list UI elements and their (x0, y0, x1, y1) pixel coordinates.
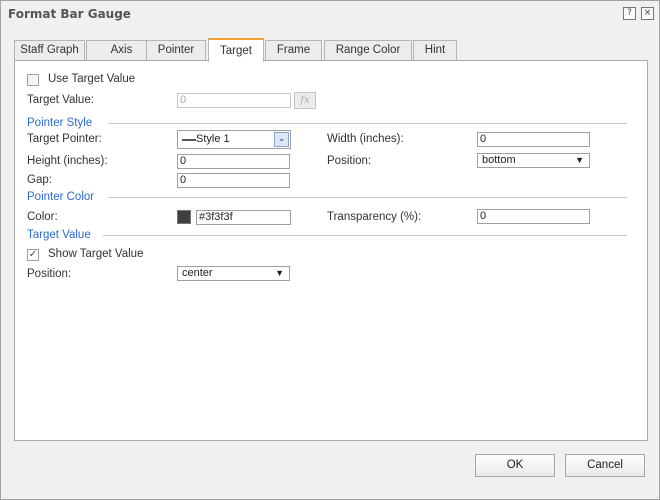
height-input[interactable]: 0 (177, 154, 290, 169)
target-value-input[interactable]: 0 (177, 93, 291, 108)
color-hex-input[interactable]: #3f3f3f (196, 210, 291, 225)
target-pointer-value: Style 1 (196, 133, 230, 145)
dialog-title: Format Bar Gauge (8, 7, 131, 21)
use-target-value-label: Use Target Value (48, 73, 136, 85)
height-label: Height (inches): (27, 155, 108, 167)
tab-hint[interactable]: Hint (413, 40, 457, 61)
section-divider (103, 235, 627, 236)
close-icon[interactable]: × (641, 7, 654, 20)
target-position-label: Position: (27, 268, 72, 280)
tab-pointer[interactable]: Pointer (146, 40, 206, 61)
color-swatch[interactable] (177, 210, 191, 224)
dropdown-arrow-icon: ▼ (575, 155, 584, 165)
section-divider (108, 197, 627, 198)
target-pointer-select[interactable]: Style 1 ⌄ (177, 130, 291, 149)
color-label: Color: (27, 211, 58, 223)
target-position-value: center (182, 267, 213, 279)
format-bar-gauge-dialog: Format Bar Gauge ? × Staff Graph Axis Po… (0, 0, 660, 500)
dropdown-arrow-icon: ▼ (275, 268, 284, 278)
pointer-position-select[interactable]: bottom ▼ (477, 153, 590, 168)
width-input[interactable]: 0 (477, 132, 590, 147)
target-pointer-label: Target Pointer: (27, 133, 102, 145)
gap-input[interactable]: 0 (177, 173, 290, 188)
section-divider (108, 123, 627, 124)
tab-frame[interactable]: Frame (265, 40, 322, 61)
tab-range-color[interactable]: Range Color (324, 40, 412, 61)
show-target-value-checkbox[interactable]: ✓ (27, 249, 39, 261)
target-value-label: Target Value: (27, 94, 94, 106)
show-target-value-label: Show Target Value (48, 248, 144, 260)
tab-target[interactable]: Target (208, 38, 264, 62)
pointer-color-section-title: Pointer Color (27, 191, 95, 203)
ok-button[interactable]: OK (475, 454, 555, 477)
chevron-down-icon[interactable]: ⌄ (274, 132, 289, 147)
target-position-select[interactable]: center ▼ (177, 266, 290, 281)
pointer-line-icon (182, 139, 196, 141)
transparency-input[interactable]: 0 (477, 209, 590, 224)
cancel-button[interactable]: Cancel (565, 454, 645, 477)
pointer-style-section-title: Pointer Style (27, 117, 93, 129)
tab-staff-graph[interactable]: Staff Graph (14, 40, 85, 61)
target-tab-panel: Use Target Value Target Value: 0 fx Poin… (14, 60, 648, 441)
target-value-section-title: Target Value (27, 229, 91, 241)
dialog-titlebar[interactable]: Format Bar Gauge ? × (1, 1, 659, 27)
pointer-position-label: Position: (327, 155, 372, 167)
gap-label: Gap: (27, 174, 52, 186)
help-icon[interactable]: ? (623, 7, 636, 20)
pointer-position-value: bottom (482, 154, 516, 166)
formula-fx-button[interactable]: fx (294, 92, 316, 109)
width-label: Width (inches): (327, 133, 404, 145)
use-target-value-checkbox[interactable] (27, 74, 39, 86)
transparency-label: Transparency (%): (327, 211, 422, 223)
